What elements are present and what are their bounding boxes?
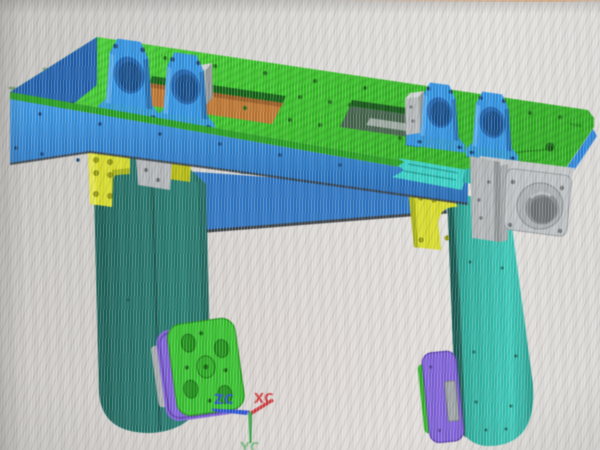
gearbox[interactable] — [470, 156, 575, 242]
y-axis-arrow[interactable] — [248, 412, 252, 443]
cad-3d-viewport[interactable]: ZC XC YC — [0, 0, 600, 450]
right-foot-plate[interactable] — [416, 350, 464, 444]
monitor-photo: ZC XC YC — [0, 0, 600, 450]
x-axis-label: XC — [254, 392, 274, 407]
y-axis-label: YC — [239, 441, 260, 450]
z-axis-label: ZC — [214, 393, 234, 408]
